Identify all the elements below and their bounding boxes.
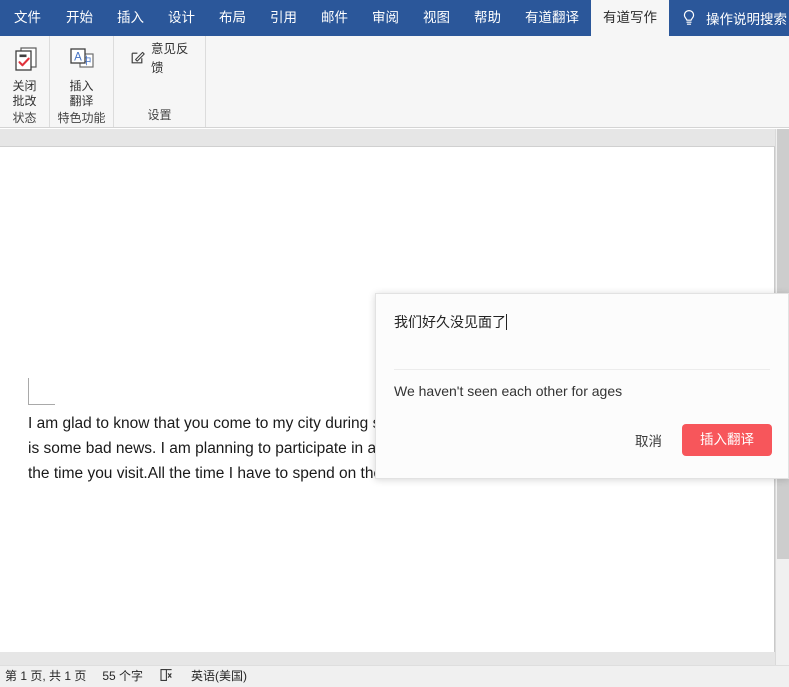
ribbon-group-label-features: 特色功能 xyxy=(50,110,113,130)
ribbon-tab-view[interactable]: 视图 xyxy=(411,0,462,36)
translation-result-text: We haven't seen each other for ages xyxy=(394,381,770,401)
close-revision-label-line2: 批改 xyxy=(12,94,36,109)
ribbon-tab-help[interactable]: 帮助 xyxy=(462,0,513,36)
feedback-label: 意见反馈 xyxy=(151,38,198,76)
feedback-pencil-icon xyxy=(131,50,145,64)
ribbon-tab-insert[interactable]: 插入 xyxy=(105,0,156,36)
ribbon-group-features: 中 A 插入 翻译 特色功能 xyxy=(49,36,113,127)
ribbon-tab-bar: 文件 开始 插入 设计 布局 引用 邮件 审阅 视图 帮助 有道翻译 有道写作 … xyxy=(0,0,789,36)
ribbon-group-settings: 意见反馈 设置 xyxy=(113,36,206,127)
translation-source-input[interactable]: 我们好久没见面了 xyxy=(394,312,770,332)
ribbon-group-status: 关闭 批改 状态 xyxy=(0,36,49,127)
insert-translation-label-line1: 插入 xyxy=(69,79,93,94)
translation-source-text: 我们好久没见面了 xyxy=(394,314,506,330)
ribbon-tab-youdao-translate[interactable]: 有道翻译 xyxy=(513,0,591,36)
margin-marker-top-left xyxy=(28,378,55,405)
ribbon-tab-review[interactable]: 审阅 xyxy=(360,0,411,36)
word-application-window: 文件 开始 插入 设计 布局 引用 邮件 审阅 视图 帮助 有道翻译 有道写作 … xyxy=(0,0,789,687)
close-revision-button[interactable]: 关闭 批改 xyxy=(0,39,51,110)
ribbon-group-label-settings: 设置 xyxy=(114,107,205,127)
ribbon-tab-layout[interactable]: 布局 xyxy=(207,0,258,36)
ribbon-tab-mailings[interactable]: 邮件 xyxy=(309,0,360,36)
feedback-button[interactable]: 意见反馈 xyxy=(124,43,205,71)
translation-input-row[interactable]: 我们好久没见面了 xyxy=(394,312,770,370)
insert-translation-popup: 我们好久没见面了 We haven't seen each other for … xyxy=(375,293,789,479)
status-word-count[interactable]: 55 个字 xyxy=(94,666,151,687)
status-proofing[interactable] xyxy=(151,666,183,687)
input-caret xyxy=(506,314,507,330)
ribbon-tab-file[interactable]: 文件 xyxy=(0,0,54,36)
close-revision-icon xyxy=(8,44,42,76)
ribbon-tab-home[interactable]: 开始 xyxy=(54,0,105,36)
status-bar: 第 1 页, 共 1 页 55 个字 英语(美国) xyxy=(0,665,789,687)
ribbon-tab-references[interactable]: 引用 xyxy=(258,0,309,36)
insert-translation-icon: 中 A xyxy=(65,44,99,76)
cancel-button[interactable]: 取消 xyxy=(633,426,664,454)
status-page-info[interactable]: 第 1 页, 共 1 页 xyxy=(0,666,94,687)
tell-me-search[interactable]: 操作说明搜索 xyxy=(669,0,787,36)
status-language[interactable]: 英语(美国) xyxy=(183,666,255,687)
insert-translation-button[interactable]: 中 A 插入 翻译 xyxy=(56,39,108,110)
proofing-errors-icon xyxy=(159,668,175,682)
ribbon-group-label-status: 状态 xyxy=(0,110,49,130)
insert-translation-confirm-button[interactable]: 插入翻译 xyxy=(682,424,772,456)
ribbon-empty-space xyxy=(206,36,789,127)
ribbon-content: 关闭 批改 状态 中 A 插入 xyxy=(0,36,789,128)
popup-action-row: 取消 插入翻译 xyxy=(633,424,772,456)
ribbon-tab-youdao-writing[interactable]: 有道写作 xyxy=(591,0,669,36)
lightbulb-icon xyxy=(681,9,697,27)
insert-translation-label-line2: 翻译 xyxy=(69,94,93,109)
ribbon-tab-design[interactable]: 设计 xyxy=(156,0,207,36)
tell-me-label: 操作说明搜索 xyxy=(706,8,787,28)
svg-text:A: A xyxy=(74,51,82,63)
close-revision-label-line1: 关闭 xyxy=(12,79,36,94)
